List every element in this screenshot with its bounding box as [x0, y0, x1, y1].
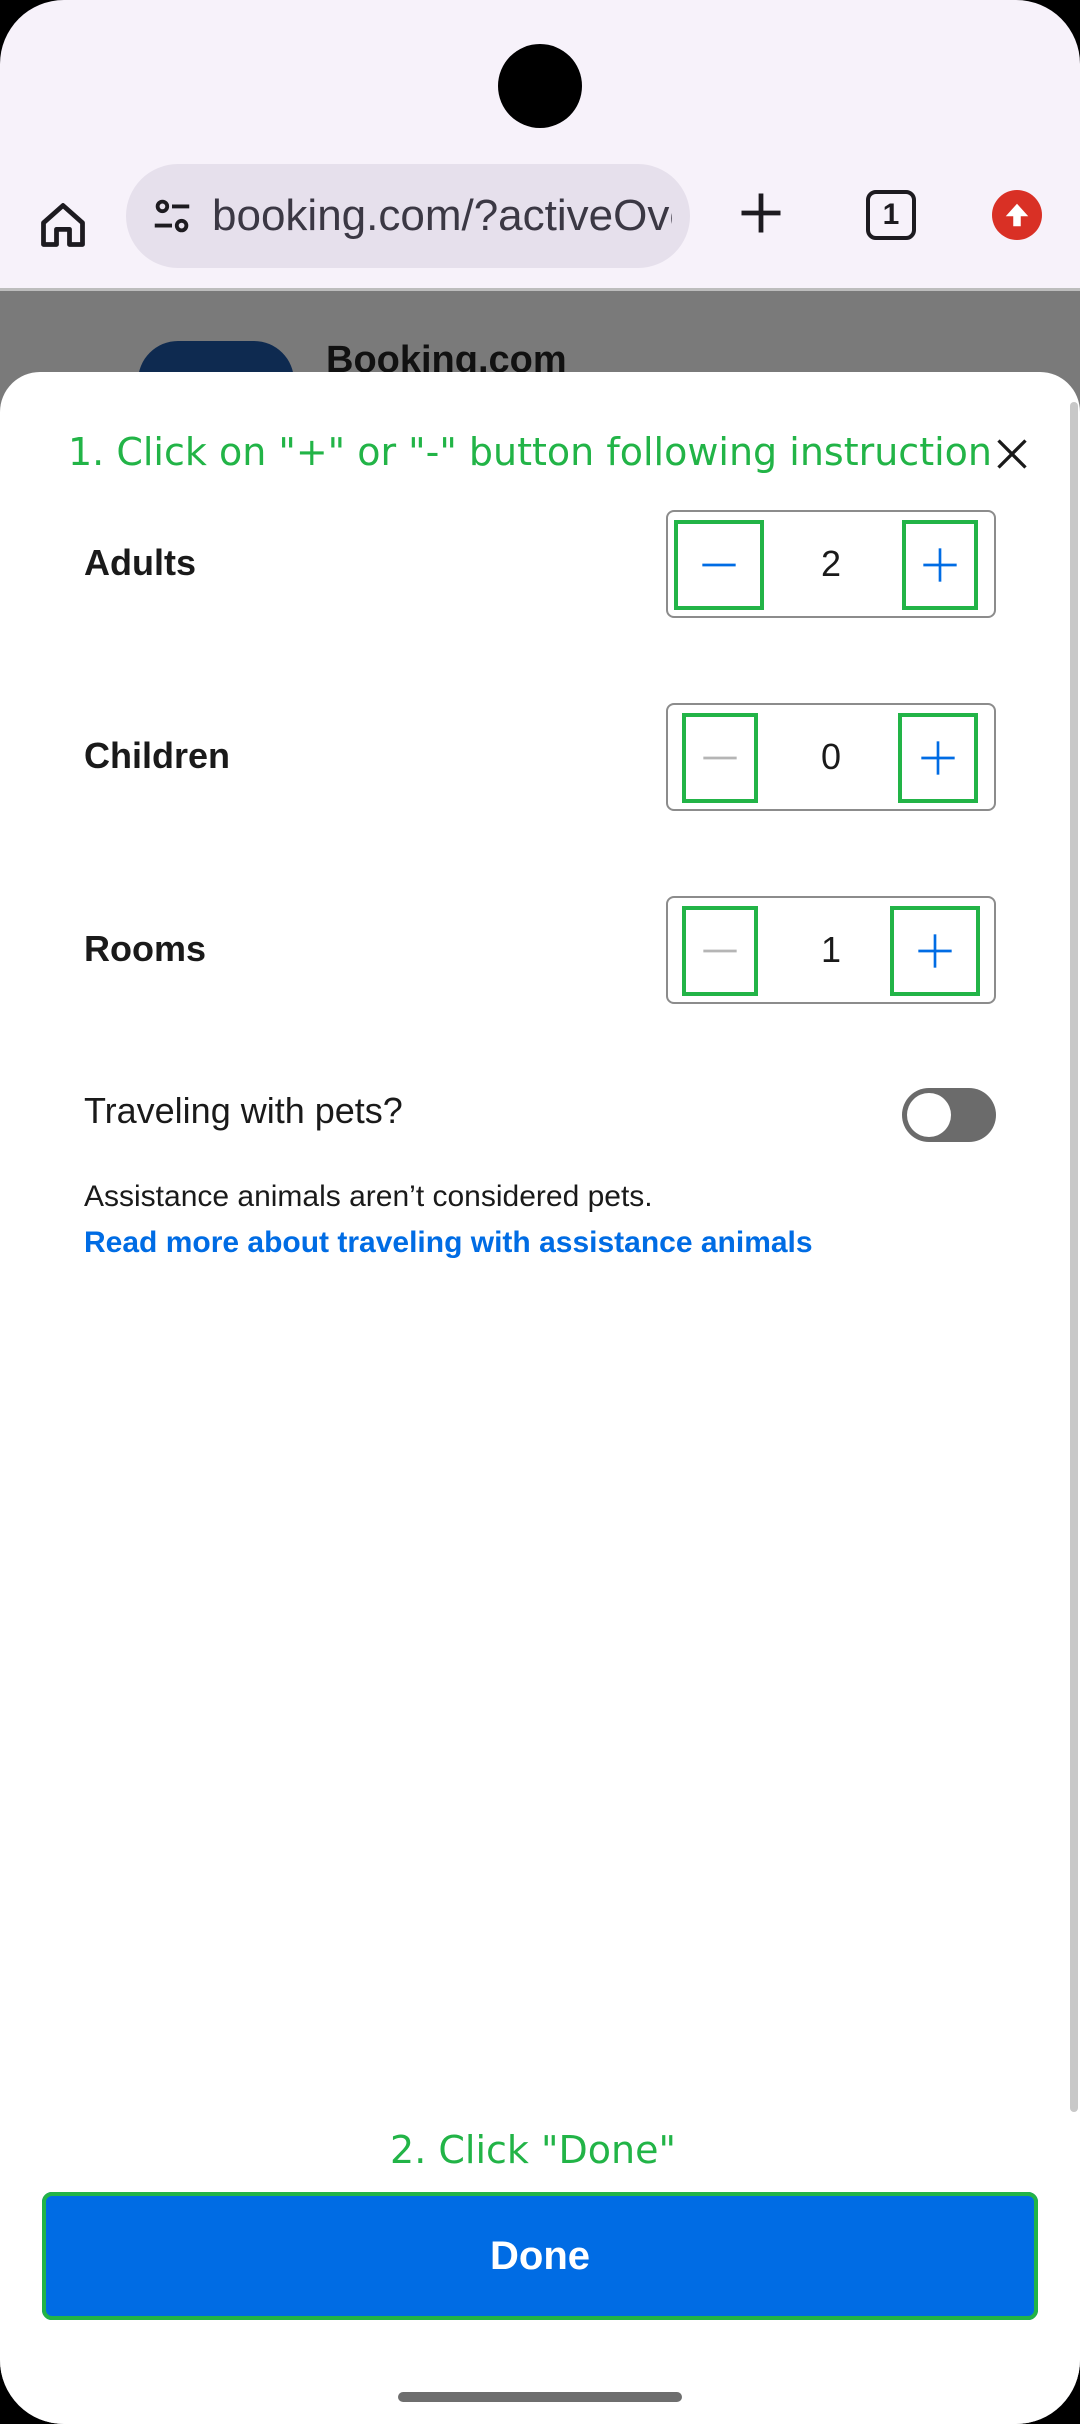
url-text[interactable]: booking.com/?activeOverlay [212, 191, 672, 241]
tab-switcher-icon[interactable]: 1 [866, 190, 916, 240]
minus-icon [703, 949, 737, 953]
scrollbar[interactable] [1070, 402, 1078, 2112]
tab-count: 1 [882, 198, 900, 231]
toggle-knob [907, 1093, 951, 1137]
rooms-plus-button[interactable] [890, 906, 980, 996]
adults-minus-button[interactable] [674, 520, 764, 610]
minus-icon [703, 756, 737, 760]
assistance-text: Assistance animals aren’t considered pet… [84, 1180, 653, 1213]
front-camera [498, 44, 582, 128]
children-minus-button[interactable] [682, 713, 758, 803]
adults-stepper: 2 [666, 510, 996, 618]
address-bar[interactable]: booking.com/?activeOverlay [126, 164, 690, 268]
update-arrow-icon[interactable] [992, 190, 1042, 240]
assistance-link[interactable]: Read more about traveling with assistanc… [84, 1226, 813, 1260]
plus-icon [918, 934, 952, 968]
children-plus-button[interactable] [898, 713, 978, 803]
pets-label: Traveling with pets? [84, 1090, 403, 1131]
occupancy-sheet: 1. Click on "+" or "-" button following … [0, 372, 1080, 2424]
instruction-bottom: 2. Click "Done" [390, 2128, 676, 2172]
close-icon [997, 439, 1027, 469]
pets-toggle[interactable] [902, 1088, 996, 1142]
rooms-stepper: 1 [666, 896, 996, 1004]
children-stepper: 0 [666, 703, 996, 811]
minus-icon [702, 563, 736, 567]
plus-icon [923, 548, 957, 582]
home-icon[interactable] [28, 190, 98, 260]
adults-plus-button[interactable] [902, 520, 978, 610]
phone-screen: booking.com/?activeOverlay 1 Booking.com… [0, 0, 1080, 2424]
adults-label: Adults [84, 542, 196, 583]
instruction-top: 1. Click on "+" or "-" button following … [67, 430, 992, 474]
close-button[interactable] [984, 426, 1040, 482]
gesture-bar[interactable] [398, 2392, 682, 2402]
new-tab-plus-icon[interactable] [726, 178, 796, 248]
browser-toolbar: booking.com/?activeOverlay 1 [0, 160, 1080, 290]
rooms-label: Rooms [84, 928, 207, 969]
done-button[interactable]: Done [42, 2192, 1038, 2320]
plus-icon [921, 741, 955, 775]
rooms-minus-button[interactable] [682, 906, 758, 996]
children-label: Children [84, 735, 231, 776]
tune-icon[interactable] [146, 190, 198, 242]
